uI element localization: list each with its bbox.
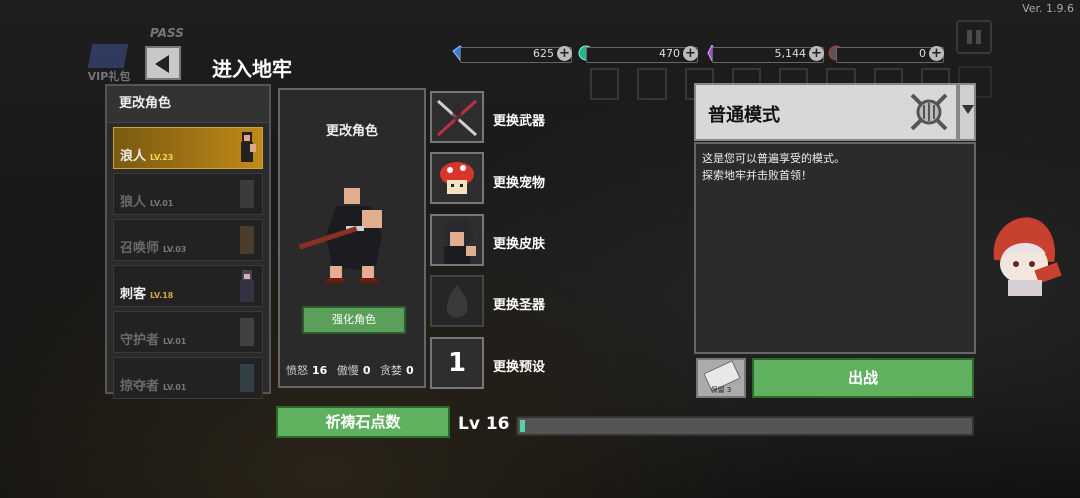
currency-stone: 0 +	[828, 45, 944, 63]
add-crystal-button[interactable]: +	[809, 46, 824, 61]
stat-value: 0	[362, 364, 371, 377]
add-orb-button[interactable]: +	[683, 46, 698, 61]
preset-slot-label: 更换预设	[493, 360, 546, 375]
preset-number: 1	[447, 348, 467, 378]
character-level: LV.01	[150, 199, 174, 208]
preset-slot[interactable]: 1	[430, 337, 484, 389]
fight-button[interactable]: 出战	[752, 358, 974, 398]
experience-bar	[516, 416, 974, 436]
add-stone-button[interactable]: +	[929, 46, 944, 61]
crossed-shield-icon	[910, 93, 948, 131]
character-name: 守护者	[120, 333, 160, 348]
character-level: LV.18	[150, 291, 174, 300]
character-item-guardian[interactable]: 守护者 LV.01	[113, 311, 263, 353]
mode-title: 普通模式	[708, 105, 780, 126]
experience-fill	[520, 420, 526, 432]
mascot-girl-icon[interactable]	[984, 210, 1070, 300]
character-card-label: 更改角色	[325, 124, 378, 139]
character-list-title: 更改角色	[107, 86, 269, 123]
currency-diamond: 625 +	[452, 45, 572, 63]
character-item-ronin[interactable]: 浪人 LV.23	[113, 127, 263, 169]
upgrade-character-button[interactable]: 强化角色	[302, 306, 406, 334]
relic-slot[interactable]	[430, 275, 484, 327]
character-level: LV.01	[163, 383, 187, 392]
character-item-plunderer[interactable]: 掠夺者 LV.01	[113, 357, 263, 399]
character-item-summoner[interactable]: 召唤师 LV.03	[113, 219, 263, 261]
ronin-portrait-icon	[442, 220, 476, 264]
currency-value: 5,144	[774, 47, 807, 60]
weapon-slot-label: 更换武器	[493, 114, 546, 129]
ticket-button[interactable]: 保留 3	[696, 358, 746, 398]
character-name: 刺客	[120, 287, 147, 302]
pause-icon	[956, 20, 992, 54]
weapon-slot[interactable]	[430, 91, 484, 143]
stat-value: 0	[405, 364, 414, 377]
add-diamond-button[interactable]: +	[557, 46, 572, 61]
stat-label: 愤怒	[286, 364, 308, 377]
character-level: LV.03	[163, 245, 187, 254]
stat-label: 傲慢	[336, 364, 359, 377]
version-label: Ver. 1.9.6	[1022, 2, 1074, 15]
skin-slot[interactable]	[430, 214, 484, 266]
level-label: Lv 16	[458, 414, 510, 434]
character-level: LV.23	[150, 153, 174, 162]
mushroom-pet-icon	[440, 162, 474, 194]
stat-label: 贪婪	[379, 364, 402, 377]
currency-crystal: 5,144 +	[704, 45, 824, 63]
ronin-portrait-icon	[241, 132, 256, 162]
plunderer-portrait-icon	[240, 364, 254, 392]
currency-orb: 470 +	[578, 45, 698, 63]
crossed-swords-icon	[436, 99, 478, 137]
relic-slot-label: 更换圣器	[493, 298, 546, 313]
summoner-portrait-icon	[240, 226, 254, 254]
assassin-portrait-icon	[240, 270, 254, 302]
prayer-stone-points-button[interactable]: 祈祷石点数	[276, 406, 450, 438]
stat-value: 16	[312, 364, 328, 377]
description-line: 这是您可以普遍享受的模式。	[702, 152, 845, 165]
character-item-werewolf[interactable]: 狼人 LV.01	[113, 173, 263, 215]
mode-description: 这是您可以普遍享受的模式。 探索地牢并击败首领！	[694, 142, 976, 354]
character-name: 浪人	[120, 149, 147, 164]
page-title: 进入地牢	[212, 57, 292, 81]
character-list-panel: 更改角色 浪人 LV.23 狼人 LV.01 召唤师 LV.03 刺客 LV.18 守护…	[105, 84, 271, 399]
currency-value: 625	[533, 47, 554, 60]
mode-dropdown-button[interactable]	[958, 83, 976, 141]
pet-slot[interactable]	[430, 152, 484, 204]
character-card: 更改角色 强化角色 愤怒 16 傲慢 0 贪婪 0	[278, 88, 426, 388]
guardian-portrait-icon	[240, 318, 254, 346]
vip-label: VIP礼包	[87, 70, 131, 83]
ronin-character-sprite	[298, 170, 382, 283]
description-line: 探索地牢并击败首领！	[702, 169, 812, 182]
ticket-count: 保留 3	[710, 386, 732, 394]
character-name: 掠夺者	[120, 379, 160, 394]
currency-value: 0	[919, 47, 926, 60]
character-stats: 愤怒 16 傲慢 0 贪婪 0	[286, 362, 420, 378]
relic-silhouette-icon	[446, 285, 468, 318]
character-name: 召唤师	[120, 241, 160, 256]
currency-value: 470	[659, 47, 680, 60]
character-name: 狼人	[120, 195, 147, 210]
pet-slot-label: 更换宠物	[493, 176, 546, 191]
back-button[interactable]	[145, 46, 181, 80]
vip-pack-ghost: VIP礼包	[86, 44, 132, 84]
skin-slot-label: 更换皮肤	[493, 237, 546, 252]
werewolf-portrait-icon	[240, 180, 254, 208]
character-level: LV.01	[163, 337, 187, 346]
mode-selector[interactable]: 普通模式	[694, 83, 958, 141]
character-item-assassin[interactable]: 刺客 LV.18	[113, 265, 263, 307]
battle-pass-ghost: PASS	[150, 26, 184, 40]
